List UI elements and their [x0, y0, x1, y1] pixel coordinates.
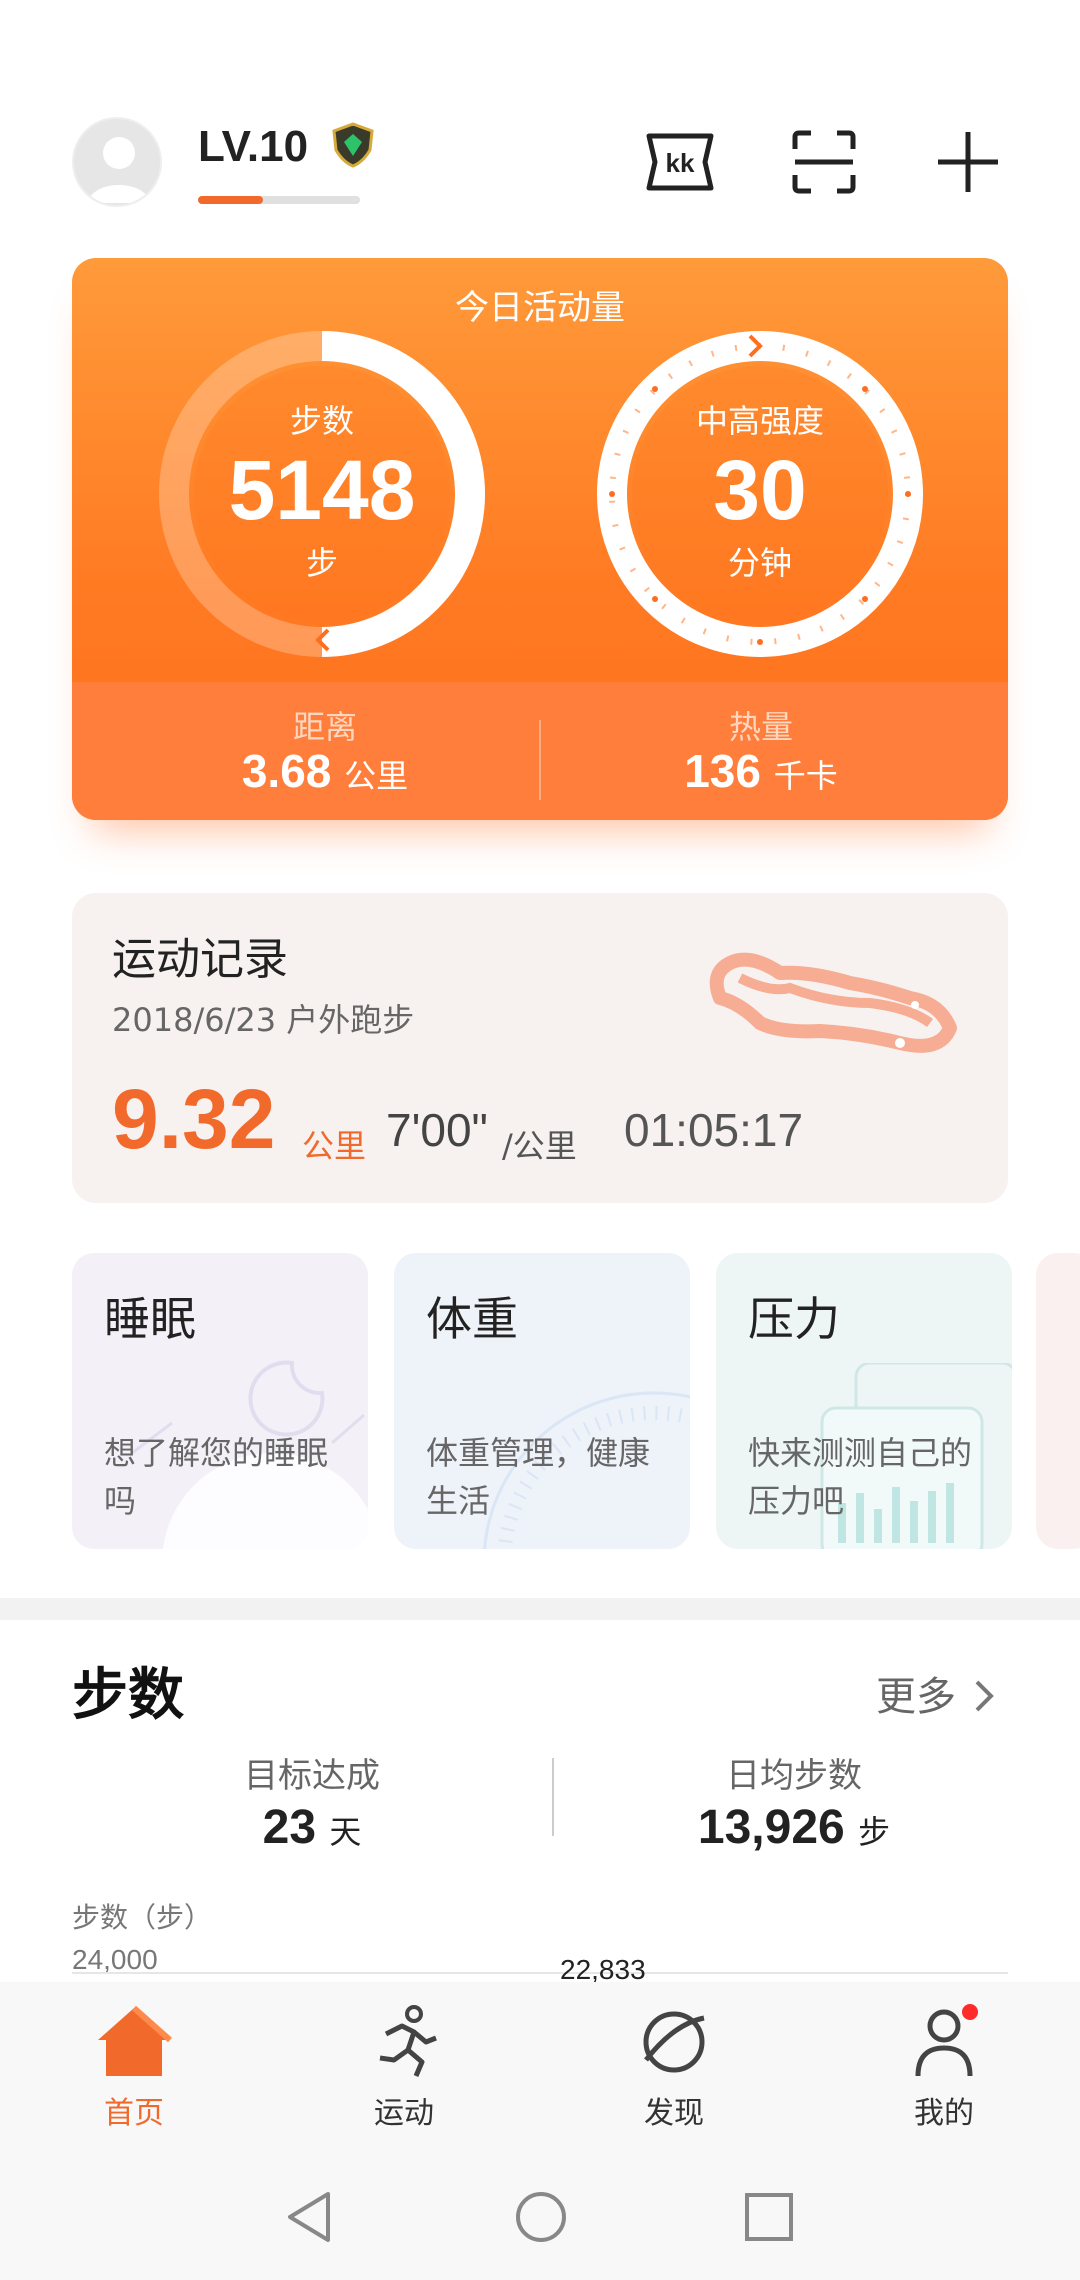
- bottom-nav: 首页 运动 发现 我的: [0, 1982, 1080, 2142]
- level-progress-fill: [198, 196, 263, 204]
- activity-title: 今日活动量: [455, 288, 625, 328]
- nav-home-label: 首页: [104, 2096, 164, 2131]
- shield-badge-icon: [330, 122, 376, 168]
- kk-button[interactable]: kk: [640, 122, 720, 202]
- avg-unit: 步: [858, 1813, 891, 1851]
- intensity-label: 中高强度: [695, 402, 824, 440]
- scan-icon: [792, 130, 856, 194]
- back-icon[interactable]: [284, 2190, 334, 2244]
- nav-discover[interactable]: 发现: [574, 2004, 774, 2132]
- home-icon: [98, 2005, 172, 2076]
- system-nav-bar: [0, 2142, 1080, 2280]
- calories-unit: 千卡: [773, 757, 838, 795]
- nav-me[interactable]: 我的: [844, 2004, 1044, 2132]
- record-pace: 7'00": [386, 1104, 488, 1156]
- weight-tile[interactable]: 体重 体重管理，健康生活: [394, 1253, 690, 1549]
- nav-home[interactable]: 首页: [34, 2004, 234, 2132]
- sleep-title: 睡眠: [104, 1292, 196, 1346]
- add-button[interactable]: [928, 122, 1008, 202]
- goal-value: 23: [262, 1801, 317, 1854]
- route-map-thumbnail: [709, 952, 957, 1053]
- goal-unit: 天: [329, 1813, 362, 1851]
- more-label: 更多: [876, 1674, 956, 1720]
- record-date: 2018/6/23: [112, 1001, 277, 1039]
- record-subtitle: 2018/6/23 户外跑步: [112, 995, 414, 1041]
- profile-icon: [915, 2004, 978, 2077]
- svg-text:kk: kk: [666, 148, 695, 178]
- record-pace-unit: /公里: [502, 1127, 577, 1165]
- chart-y-label: 步数（步）: [72, 1901, 213, 1934]
- weight-title: 体重: [426, 1292, 518, 1346]
- activity-card[interactable]: 今日活动量 步数 5148 步 中高强度 30 分钟 距离 3.68 公里 热量…: [72, 258, 1008, 820]
- sleep-desc: 想了解您的睡眠吗: [104, 1434, 329, 1520]
- steps-value: 5148: [228, 443, 416, 537]
- steps-unit: 步: [305, 544, 338, 582]
- next-tile-partial[interactable]: [1036, 1253, 1080, 1549]
- scan-button[interactable]: [784, 122, 864, 202]
- nav-exercise-label: 运动: [374, 2096, 434, 2131]
- avatar[interactable]: [72, 117, 162, 207]
- stats-divider: [539, 720, 541, 800]
- avg-value: 13,926: [697, 1801, 845, 1854]
- stress-desc: 快来测测自己的压力吧: [748, 1434, 973, 1520]
- home-circle-icon[interactable]: [514, 2190, 568, 2244]
- planet-icon: [643, 2011, 705, 2073]
- stress-title: 压力: [748, 1292, 840, 1346]
- steps-section-title: 步数: [72, 1663, 184, 1728]
- record-distance-unit: 公里: [302, 1127, 367, 1165]
- activity-stats: 距离 3.68 公里 热量 136 千卡: [72, 682, 1008, 820]
- chevron-right-icon: [975, 1680, 994, 1712]
- exercise-record-card[interactable]: 运动记录 2018/6/23 户外跑步 9.32 公里 7'00" /公里 01…: [72, 893, 1008, 1203]
- calories-value: 136: [684, 745, 761, 797]
- record-title: 运动记录: [112, 934, 288, 985]
- more-link[interactable]: 更多: [876, 1664, 999, 1722]
- record-type: 户外跑步: [286, 1001, 415, 1039]
- distance-stat: 3.68 公里: [125, 744, 525, 798]
- steps-divider: [552, 1758, 554, 1836]
- distance-value: 3.68: [241, 745, 332, 797]
- level-label[interactable]: LV.10: [198, 122, 308, 172]
- goal-label: 目标达成: [244, 1756, 380, 1796]
- goal-stat: 23 天: [132, 1800, 492, 1855]
- intensity-value: 30: [713, 443, 807, 537]
- nav-me-label: 我的: [914, 2096, 974, 2131]
- level-progress-bar: [198, 196, 360, 204]
- notification-dot: [962, 2004, 978, 2020]
- avg-label: 日均步数: [726, 1756, 862, 1796]
- weight-desc: 体重管理，健康生活: [426, 1434, 651, 1520]
- section-separator: [0, 1598, 1080, 1620]
- plus-icon: [938, 132, 998, 192]
- nav-exercise[interactable]: 运动: [304, 2004, 504, 2132]
- record-distance: 9.32: [112, 1072, 276, 1166]
- nav-discover-label: 发现: [644, 2096, 704, 2131]
- distance-unit: 公里: [344, 757, 409, 795]
- avg-stat: 13,926 步: [614, 1800, 974, 1855]
- running-icon: [379, 2005, 437, 2077]
- calories-label: 热量: [728, 708, 793, 746]
- intensity-unit: 分钟: [727, 544, 792, 582]
- recents-icon[interactable]: [744, 2192, 794, 2242]
- steps-label: 步数: [289, 402, 354, 440]
- kk-icon: kk: [646, 133, 714, 191]
- stress-tile[interactable]: 压力 快来测测自己的压力吧: [716, 1253, 1012, 1549]
- sleep-tile[interactable]: 睡眠 想了解您的睡眠吗: [72, 1253, 368, 1549]
- distance-label: 距离: [292, 708, 357, 746]
- calories-stat: 136 千卡: [561, 744, 961, 798]
- record-duration: 01:05:17: [624, 1104, 804, 1156]
- chart-gridline: [72, 1972, 1008, 1974]
